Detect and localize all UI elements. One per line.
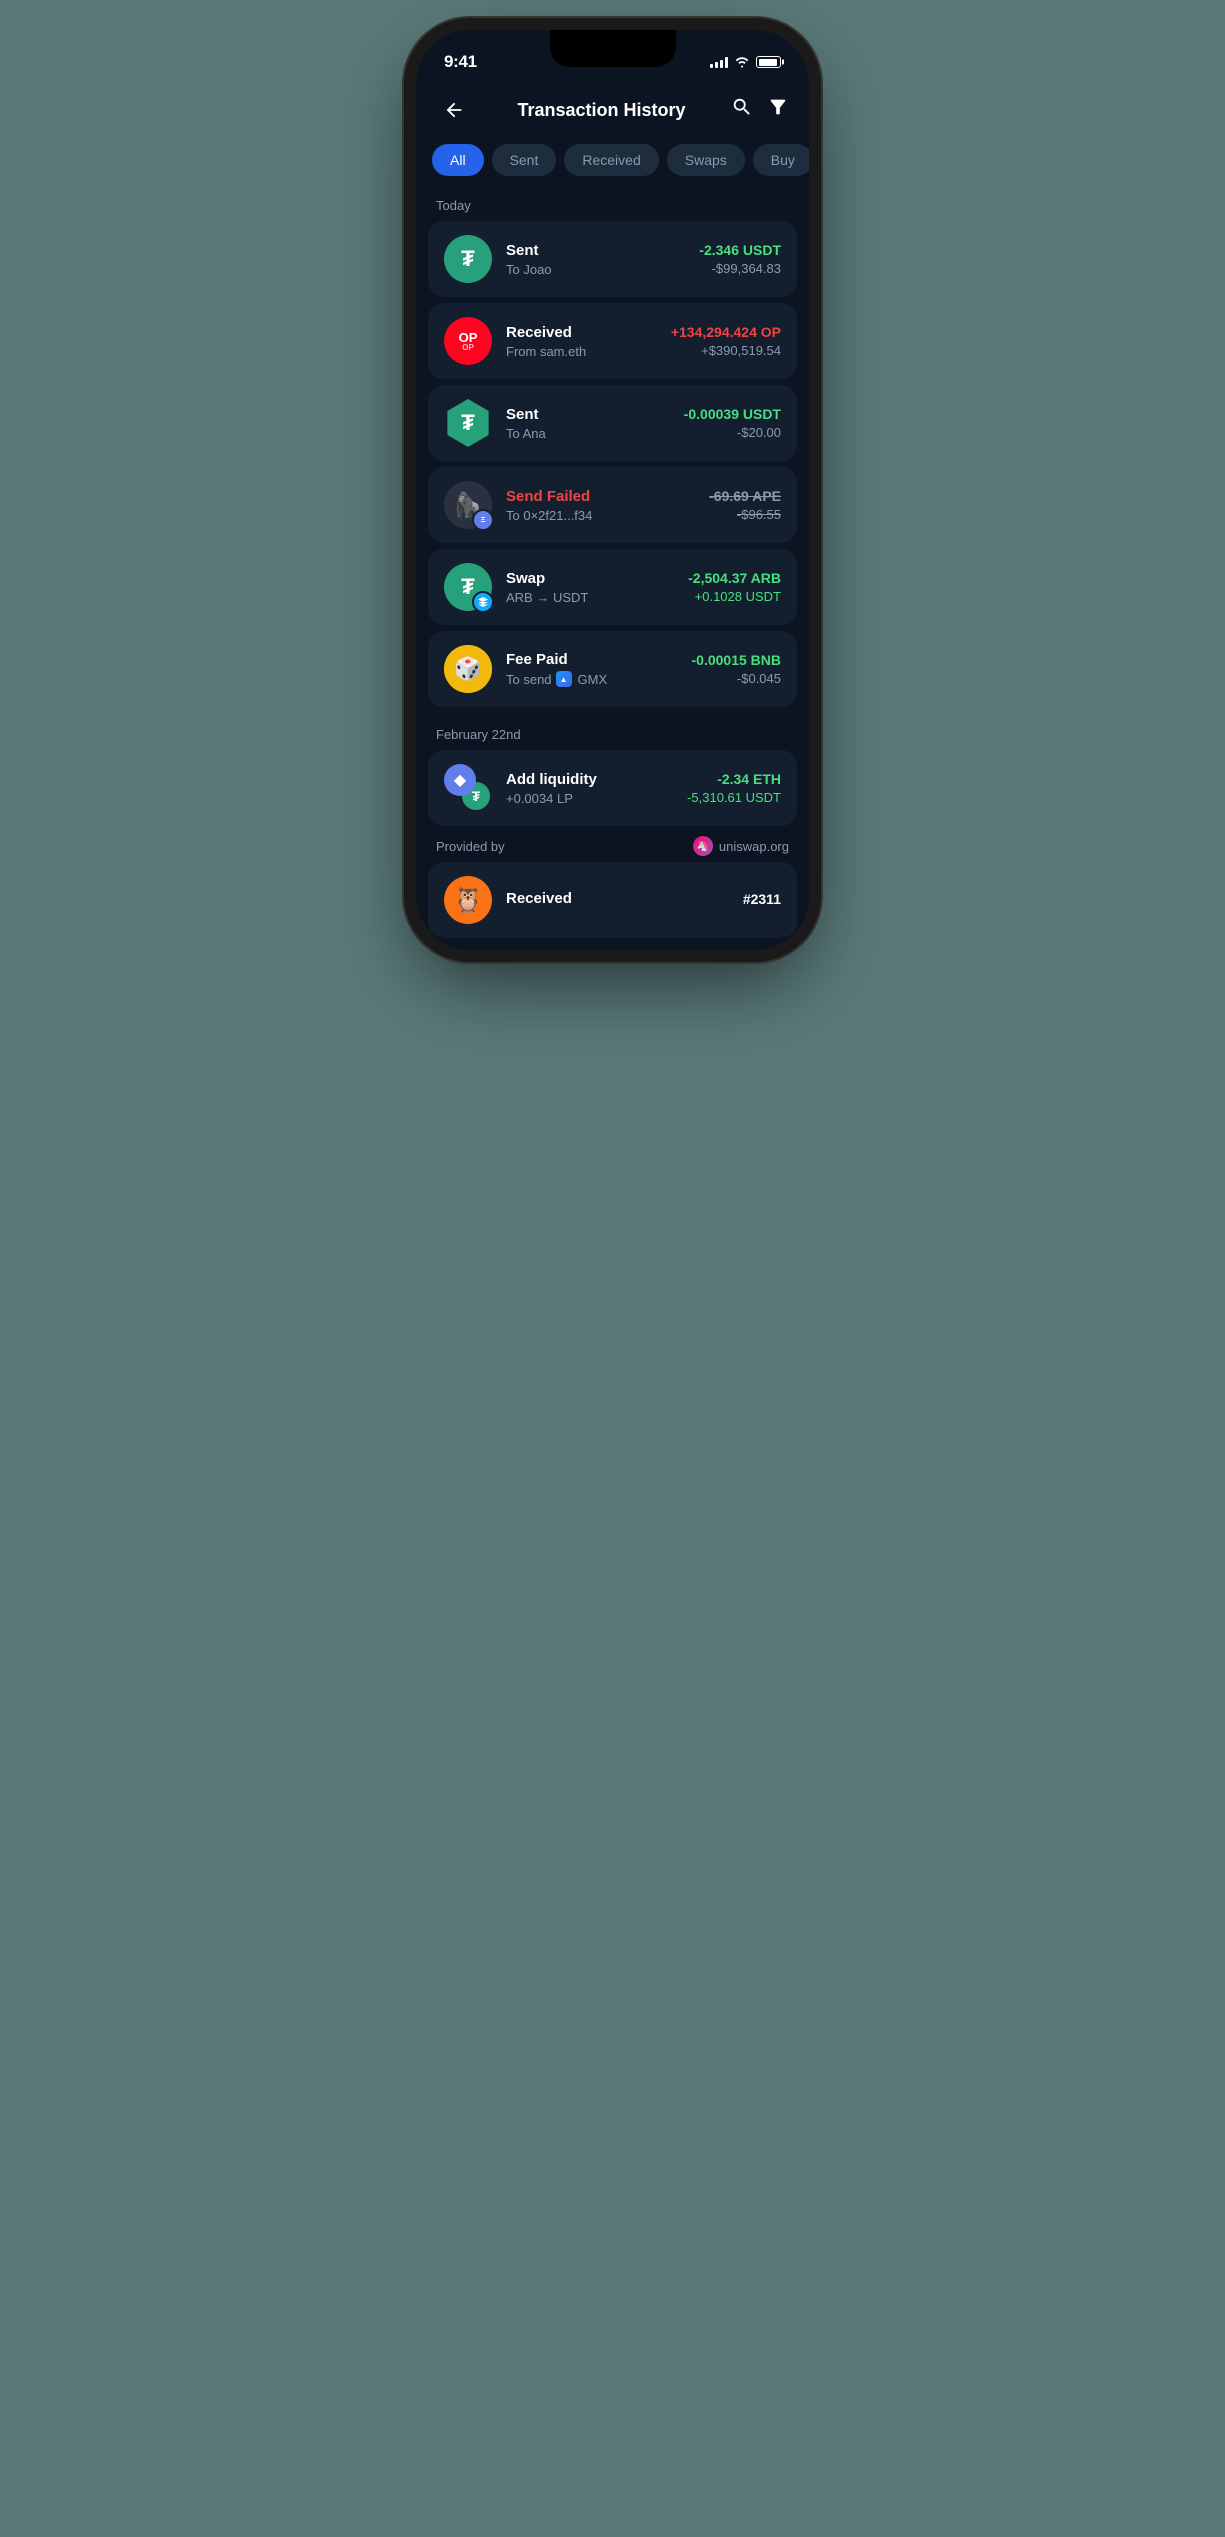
tx-info: Received <box>506 890 729 910</box>
provided-by-label: Provided by <box>436 839 505 854</box>
tx-amount-secondary: -$99,364.83 <box>699 261 781 276</box>
status-icons <box>710 56 781 68</box>
battery-icon <box>756 56 781 68</box>
tx-amount-primary: -2.34 ETH <box>687 771 781 787</box>
tx-icon-op: OP OP <box>444 317 492 365</box>
tx-subtitle: To Joao <box>506 262 685 277</box>
tx-title: Swap <box>506 570 674 587</box>
tx-subtitle: From sam.eth <box>506 344 657 359</box>
tx-subtitle: To send ▲ GMX <box>506 671 678 687</box>
tx-icon-usdt2: ₮ <box>444 399 492 447</box>
tx-badge: #2311 <box>743 891 781 907</box>
tx-amount-primary: -0.00015 BNB <box>692 652 782 668</box>
tx-amounts: -0.00039 USDT -$20.00 <box>684 406 781 440</box>
notch <box>550 30 676 67</box>
tx-icon-ape: 🦍 Ξ <box>444 481 492 529</box>
tx-amounts: -0.00015 BNB -$0.045 <box>692 652 782 686</box>
provided-by-section: Provided by 🦄 uniswap.org <box>416 826 809 862</box>
signal-icon <box>710 56 728 68</box>
tab-sent[interactable]: Sent <box>492 144 557 176</box>
tx-subtitle: To Ana <box>506 426 670 441</box>
arb-badge <box>472 591 494 613</box>
tab-received[interactable]: Received <box>564 144 658 176</box>
list-item[interactable]: 🎲 Fee Paid To send ▲ GMX -0.00015 BNB -$… <box>428 631 797 707</box>
list-item[interactable]: ◆ ₮ Add liquidity +0.0034 LP -2.34 ETH -… <box>428 750 797 826</box>
status-time: 9:41 <box>444 52 477 72</box>
tx-info: Fee Paid To send ▲ GMX <box>506 651 678 687</box>
tx-title: Sent <box>506 406 670 423</box>
transaction-list-today: ₮ Sent To Joao -2.346 USDT -$99,364.83 O… <box>416 221 809 707</box>
page-title: Transaction History <box>517 100 685 121</box>
list-item[interactable]: 🦉 Received #2311 <box>428 862 797 938</box>
transaction-list-feb22: ◆ ₮ Add liquidity +0.0034 LP -2.34 ETH -… <box>416 750 809 826</box>
tab-swaps[interactable]: Swaps <box>667 144 745 176</box>
eth-badge: Ξ <box>472 509 494 531</box>
search-button[interactable] <box>731 96 753 124</box>
tx-amount-primary: -0.00039 USDT <box>684 406 781 422</box>
tx-subtitle: To 0×2f21...f34 <box>506 508 695 523</box>
tx-amounts: +134,294.424 OP +$390,519.54 <box>671 324 781 358</box>
filter-tabs: All Sent Received Swaps Buy Se... <box>416 140 809 192</box>
list-item[interactable]: 🦍 Ξ Send Failed To 0×2f21...f34 -69.69 A… <box>428 467 797 543</box>
transaction-list-bottom: 🦉 Received #2311 <box>416 862 809 950</box>
list-item[interactable]: ₮ Swap ARB → USDT -2,504.37 ARB +0.1028 … <box>428 549 797 625</box>
provided-by-value: 🦄 uniswap.org <box>693 836 789 856</box>
tx-title: Received <box>506 324 657 341</box>
tx-info: Send Failed To 0×2f21...f34 <box>506 488 695 523</box>
tx-title: Fee Paid <box>506 651 678 668</box>
tx-amount-secondary: -$96.55 <box>709 507 781 522</box>
tx-amount-secondary: -$20.00 <box>684 425 781 440</box>
tx-amount-primary: -2,504.37 ARB <box>688 570 781 586</box>
tx-title: Sent <box>506 242 685 259</box>
tx-title: Send Failed <box>506 488 695 505</box>
tx-subtitle: ARB → USDT <box>506 590 674 605</box>
tx-icon-usdt: ₮ <box>444 235 492 283</box>
provided-by-site: uniswap.org <box>719 839 789 854</box>
wifi-icon <box>734 56 750 68</box>
tx-amount-secondary: +0.1028 USDT <box>688 589 781 604</box>
tx-subtitle: +0.0034 LP <box>506 791 673 806</box>
tx-amount-primary: +134,294.424 OP <box>671 324 781 340</box>
section-feb22: February 22nd <box>416 721 809 750</box>
tx-amount-secondary: +$390,519.54 <box>671 343 781 358</box>
tx-amount-secondary: -$0.045 <box>692 671 782 686</box>
tx-info: Received From sam.eth <box>506 324 657 359</box>
header-actions <box>731 96 789 124</box>
list-item[interactable]: OP OP Received From sam.eth +134,294.424… <box>428 303 797 379</box>
tab-buy[interactable]: Buy <box>753 144 809 176</box>
filter-button[interactable] <box>767 96 789 124</box>
back-button[interactable] <box>436 92 472 128</box>
tx-amounts: -2.34 ETH -5,310.61 USDT <box>687 771 781 805</box>
tx-amounts: #2311 <box>743 891 781 910</box>
list-item[interactable]: ₮ Sent To Joao -2.346 USDT -$99,364.83 <box>428 221 797 297</box>
tx-title: Received <box>506 890 729 907</box>
tx-info: Sent To Ana <box>506 406 670 441</box>
tx-icon-add-liquidity: ◆ ₮ <box>444 764 492 812</box>
gmx-icon: ▲ <box>556 671 572 687</box>
tx-amounts: -2.346 USDT -$99,364.83 <box>699 242 781 276</box>
header: Transaction History <box>416 80 809 140</box>
tx-icon-owl: 🦉 <box>444 876 492 924</box>
tx-icon-arb: ₮ <box>444 563 492 611</box>
phone-frame: 9:41 Transaction History <box>416 30 809 950</box>
tx-icon-bnb: 🎲 <box>444 645 492 693</box>
tx-amounts: -69.69 APE -$96.55 <box>709 488 781 522</box>
tx-amounts: -2,504.37 ARB +0.1028 USDT <box>688 570 781 604</box>
section-today: Today <box>416 192 809 221</box>
uniswap-logo: 🦄 <box>693 836 713 856</box>
tab-all[interactable]: All <box>432 144 484 176</box>
tx-info: Add liquidity +0.0034 LP <box>506 771 673 806</box>
list-item[interactable]: ₮ Sent To Ana -0.00039 USDT -$20.00 <box>428 385 797 461</box>
tx-info: Swap ARB → USDT <box>506 570 674 605</box>
tx-amount-primary: -2.346 USDT <box>699 242 781 258</box>
tx-amount-primary: -69.69 APE <box>709 488 781 504</box>
tx-amount-secondary: -5,310.61 USDT <box>687 790 781 805</box>
tx-info: Sent To Joao <box>506 242 685 277</box>
tx-title: Add liquidity <box>506 771 673 788</box>
